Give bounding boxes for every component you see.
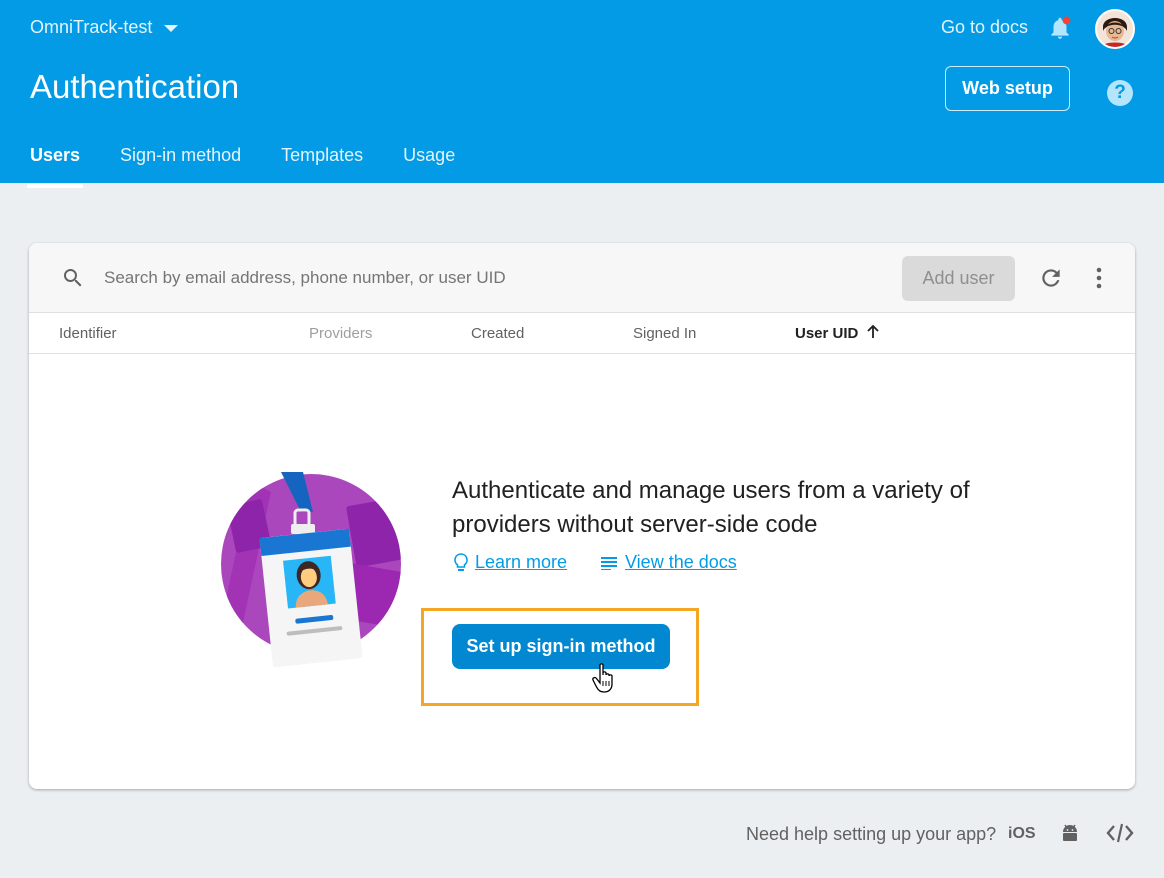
user-avatar[interactable] xyxy=(1095,9,1135,49)
page-title: Authentication xyxy=(30,68,240,105)
project-selector[interactable]: OmniTrack-test xyxy=(30,17,179,38)
android-icon[interactable] xyxy=(1060,823,1080,843)
tab-bar: Users Sign-in method Templates Usage xyxy=(26,145,495,188)
users-toolbar: Add user xyxy=(29,243,1135,313)
column-user-uid-label: User UID xyxy=(795,325,859,342)
learn-more-label: Learn more xyxy=(475,552,568,572)
more-vert-icon[interactable] xyxy=(1089,265,1109,291)
refresh-icon[interactable] xyxy=(1038,265,1064,291)
ios-link[interactable]: iOS xyxy=(1008,825,1036,843)
notes-icon xyxy=(601,556,617,570)
go-to-docs-link[interactable]: Go to docs xyxy=(941,17,1028,38)
table-header: Identifier Providers Created Signed In U… xyxy=(29,313,1135,354)
project-name: OmniTrack-test xyxy=(30,17,153,37)
column-providers: Providers xyxy=(309,325,373,342)
add-user-button[interactable]: Add user xyxy=(902,256,1015,301)
help-icon[interactable]: ? xyxy=(1107,80,1133,106)
set-up-sign-in-method-button[interactable]: Set up sign-in method xyxy=(452,624,670,669)
search-icon xyxy=(64,269,82,287)
tab-sign-in-method[interactable]: Sign-in method xyxy=(120,145,241,188)
setup-help-text: Need help setting up your app? xyxy=(746,824,997,844)
view-docs-label: View the docs xyxy=(625,552,737,572)
code-icon[interactable] xyxy=(1106,822,1134,844)
column-signed-in[interactable]: Signed In xyxy=(633,325,696,342)
search-input[interactable] xyxy=(104,263,604,293)
column-user-uid[interactable]: User UID xyxy=(795,325,880,342)
empty-state-title: Authenticate and manage users from a var… xyxy=(452,477,970,538)
tab-users[interactable]: Users xyxy=(26,145,84,188)
caret-down-icon xyxy=(164,25,179,32)
id-badge-illustration xyxy=(221,472,401,668)
column-identifier[interactable]: Identifier xyxy=(59,325,117,342)
app-header: OmniTrack-test Go to docs Authentication… xyxy=(0,0,1164,188)
tab-templates[interactable]: Templates xyxy=(281,145,363,188)
users-card: Add user Identifier Providers Created Si… xyxy=(29,243,1135,789)
bell-icon[interactable] xyxy=(1047,15,1073,41)
arrow-up-icon xyxy=(867,325,879,338)
web-setup-button[interactable]: Web setup xyxy=(945,66,1070,111)
learn-more-link[interactable]: Learn more xyxy=(453,552,567,573)
view-docs-link[interactable]: View the docs xyxy=(601,552,737,573)
lightbulb-icon xyxy=(454,552,468,571)
column-created[interactable]: Created xyxy=(471,325,524,342)
hand-cursor-icon xyxy=(592,663,613,693)
tab-usage[interactable]: Usage xyxy=(403,145,455,188)
